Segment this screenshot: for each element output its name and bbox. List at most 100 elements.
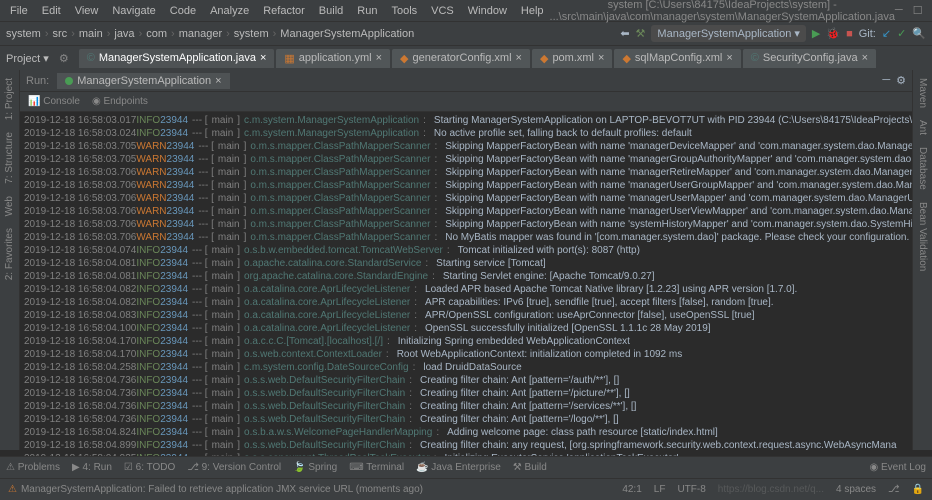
debug-icon[interactable]: 🐞 [826,27,840,40]
file-type-icon: © [87,52,95,64]
sidebar-tool[interactable]: Bean Validation [917,202,928,271]
bottom-tool-4-run[interactable]: ▶ 4: Run [72,462,112,473]
sidebar-tool[interactable]: Web [4,196,15,216]
log-line: 2019-12-18 16:58:04.170 INFO 23944 --- [… [24,348,908,361]
minimize-icon[interactable]: ─ [895,4,903,17]
git-update-icon[interactable]: ↙ [882,27,891,40]
console-toolbar: 📊 Console ◉ Endpoints [20,92,912,112]
run-minimize-icon[interactable]: ─ [882,74,890,87]
breadcrumb-item[interactable]: src [53,28,68,40]
navigation-bar: system›src›main›java›com›manager›system›… [0,22,932,46]
menu-view[interactable]: View [69,3,105,19]
file-type-icon: © [751,52,759,64]
event-log[interactable]: ◉ Event Log [869,462,926,473]
run-config-tab[interactable]: ManagerSystemApplication × [57,73,229,89]
sidebar-tool[interactable]: Maven [917,78,928,108]
tab-close-icon[interactable]: × [598,52,604,64]
log-line: 2019-12-18 16:58:03.706 WARN 23944 --- [… [24,192,908,205]
log-line: 2019-12-18 16:58:04.082 INFO 23944 --- [… [24,296,908,309]
sidebar-tool[interactable]: Database [917,147,928,190]
stop-icon[interactable]: ■ [846,28,853,40]
build-icon[interactable]: ⚒ [636,27,646,40]
breadcrumb-item[interactable]: java [114,28,134,40]
menu-file[interactable]: File [4,3,34,19]
breadcrumbs: system›src›main›java›com›manager›system›… [6,28,414,40]
sidebar-tool[interactable]: 1: Project [4,78,15,120]
console-tab[interactable]: 📊 Console [28,96,80,107]
breadcrumb-item[interactable]: manager [179,28,222,40]
log-line: 2019-12-18 16:58:04.170 INFO 23944 --- [… [24,335,908,348]
sidebar-tool[interactable]: Ant [917,120,928,135]
window-title: system [C:\Users\84175\IdeaProjects\syst… [550,0,895,23]
endpoints-tab[interactable]: ◉ Endpoints [92,96,148,107]
editor-tab[interactable]: ©SecurityConfig.java× [743,49,876,68]
breadcrumb-item[interactable]: system [6,28,41,40]
bottom-tool-tabs: ⚠ Problems ▶ 4: Run ☑ 6: TODO ⎇ 9: Version … [0,456,932,478]
editor-tab[interactable]: ©ManagerSystemApplication.java× [79,49,275,68]
editor-tab[interactable]: ◆generatorConfig.xml× [392,49,530,68]
status-warning-icon: ⚠ [8,484,17,495]
log-line: 2019-12-18 16:58:04.081 INFO 23944 --- [… [24,257,908,270]
bottom-tool-problems[interactable]: ⚠ Problems [6,462,60,473]
search-icon[interactable]: 🔍 [912,27,926,40]
git-commit-icon[interactable]: ✓ [897,27,906,40]
file-type-icon: ◆ [540,52,548,65]
titlebar: FileEditViewNavigateCodeAnalyzeRefactorB… [0,0,932,22]
editor-tab[interactable]: ▦application.yml× [276,49,390,68]
tab-close-icon[interactable]: × [726,52,732,64]
log-line: 2019-12-18 16:58:03.706 WARN 23944 --- [… [24,218,908,231]
breadcrumb-separator: › [273,28,277,40]
log-line: 2019-12-18 16:58:04.074 INFO 23944 --- [… [24,244,908,257]
menu-run[interactable]: Run [351,3,383,19]
menu-code[interactable]: Code [164,3,202,19]
menu-help[interactable]: Help [515,3,550,19]
project-tool-dropdown[interactable]: Project ▾ [6,52,49,65]
menu-analyze[interactable]: Analyze [204,3,255,19]
main-menu: FileEditViewNavigateCodeAnalyzeRefactorB… [4,3,550,19]
bottom-tool-java-enterprise[interactable]: ☕ Java Enterprise [416,462,501,473]
breadcrumb-item[interactable]: system [234,28,269,40]
run-tool-header: Run: ManagerSystemApplication × ─ ⚙ [20,70,912,92]
tab-close-icon[interactable]: × [862,52,868,64]
bottom-tool-6-todo[interactable]: ☑ 6: TODO [124,462,175,473]
menu-vcs[interactable]: VCS [425,3,460,19]
maximize-icon[interactable]: ☐ [913,4,923,17]
close-tab-icon[interactable]: × [215,75,221,87]
menu-window[interactable]: Window [462,3,513,19]
sidebar-tool[interactable]: 7: Structure [4,132,15,184]
editor-tab[interactable]: ◆pom.xml× [532,49,612,68]
menu-build[interactable]: Build [313,3,349,19]
bottom-tool-build[interactable]: ⚒ Build [513,462,547,473]
run-config-dropdown[interactable]: ManagerSystemApplication ▾ [651,25,805,42]
log-line: 2019-12-18 16:58:04.824 INFO 23944 --- [… [24,426,908,439]
editor-tab[interactable]: ◆sqlMapConfig.xml× [614,49,740,68]
bottom-tool-terminal[interactable]: ⌨ Terminal [349,462,404,473]
breadcrumb-item[interactable]: main [79,28,103,40]
breadcrumb-separator: › [107,28,111,40]
git-branch-icon[interactable]: ⎇ [888,484,900,495]
breadcrumb-separator: › [139,28,143,40]
breadcrumb-item[interactable]: ManagerSystemApplication [280,28,414,40]
breadcrumb-item[interactable]: com [146,28,167,40]
menu-refactor[interactable]: Refactor [257,3,311,19]
tab-close-icon[interactable]: × [516,52,522,64]
bottom-tool-spring[interactable]: 🍃 Spring [293,462,337,473]
bottom-tool-9-version-control[interactable]: ⎇ 9: Version Control [187,462,281,473]
indent-setting[interactable]: 4 spaces [836,484,876,495]
run-settings-icon[interactable]: ⚙ [896,74,906,87]
project-settings-icon[interactable]: ⚙ [59,52,69,65]
sidebar-tool[interactable]: 2: Favorites [4,228,15,280]
line-separator[interactable]: LF [654,484,666,495]
log-line: 2019-12-18 16:58:04.258 INFO 23944 --- [… [24,361,908,374]
run-icon[interactable]: ▶ [812,27,820,40]
breadcrumb-separator: › [226,28,230,40]
lock-icon[interactable]: 🔒 [912,484,924,495]
menu-edit[interactable]: Edit [36,3,67,19]
menu-navigate[interactable]: Navigate [106,3,161,19]
tab-close-icon[interactable]: × [376,52,382,64]
encoding[interactable]: UTF-8 [677,484,705,495]
run-label: Run: [26,75,49,87]
back-icon[interactable]: ⬅ [620,27,629,40]
tab-close-icon[interactable]: × [260,52,266,64]
menu-tools[interactable]: Tools [385,3,423,19]
